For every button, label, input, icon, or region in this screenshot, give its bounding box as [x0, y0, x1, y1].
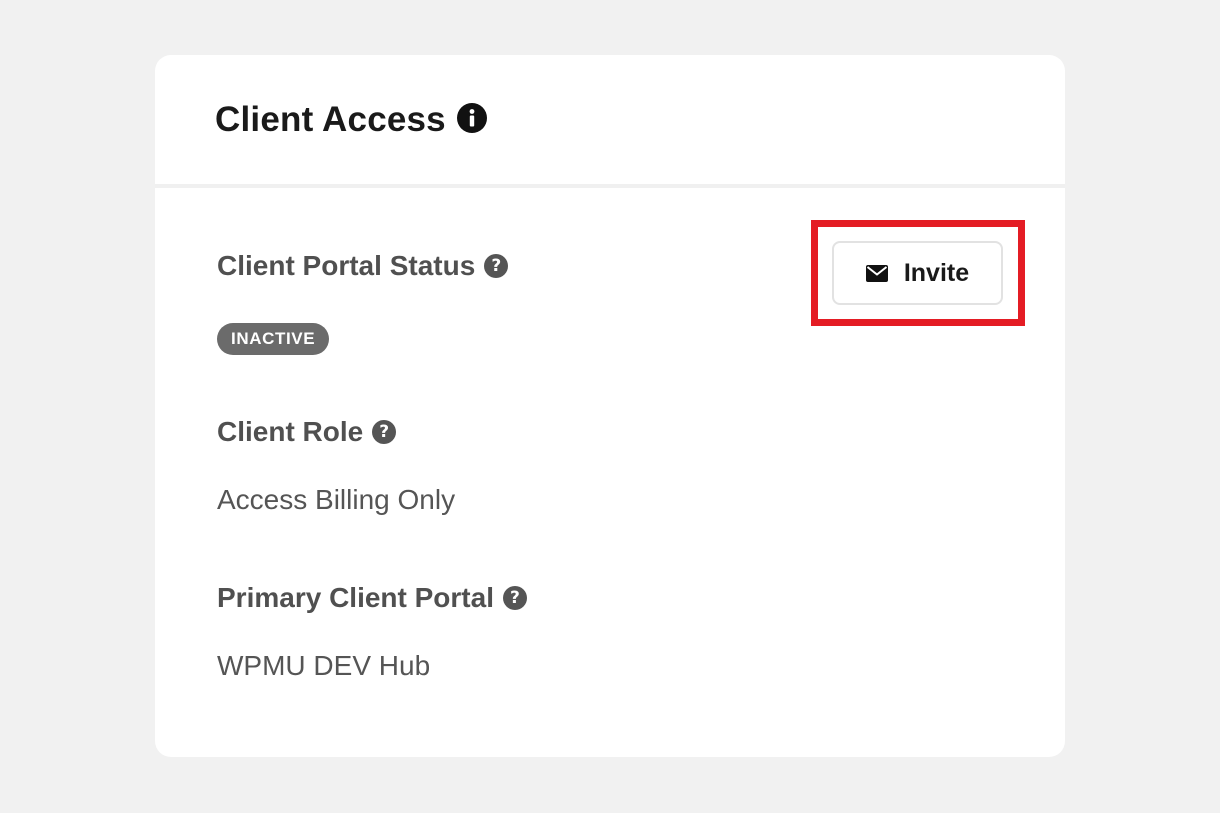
card-header: Client Access — [155, 55, 1065, 188]
primary-portal-label-text: Primary Client Portal — [217, 582, 494, 613]
invite-label: Invite — [903, 258, 970, 287]
primary-portal-label: Primary Client Portal ? — [217, 582, 527, 614]
portal-status-label: Client Portal Status ? — [217, 250, 509, 282]
mail-icon — [865, 264, 888, 282]
portal-status-help-icon[interactable]: ? — [484, 254, 509, 278]
client-role-label: Client Role ? — [217, 416, 397, 448]
primary-portal-help-icon[interactable]: ? — [502, 586, 527, 610]
invite-button[interactable]: Invite — [832, 241, 1003, 305]
primary-portal-value: WPMU DEV Hub — [217, 650, 431, 681]
status-badge: INACTIVE — [217, 323, 330, 355]
client-role-label-text: Client Role — [217, 416, 364, 447]
client-role-help-icon[interactable]: ? — [372, 420, 397, 444]
portal-status-label-text: Client Portal Status — [217, 250, 476, 281]
client-access-card: Client Access Client Portal Status ? INA… — [155, 55, 1065, 757]
client-role-value: Access Billing Only — [217, 484, 456, 515]
card-title: Client Access — [215, 99, 446, 139]
info-icon[interactable] — [456, 102, 487, 133]
